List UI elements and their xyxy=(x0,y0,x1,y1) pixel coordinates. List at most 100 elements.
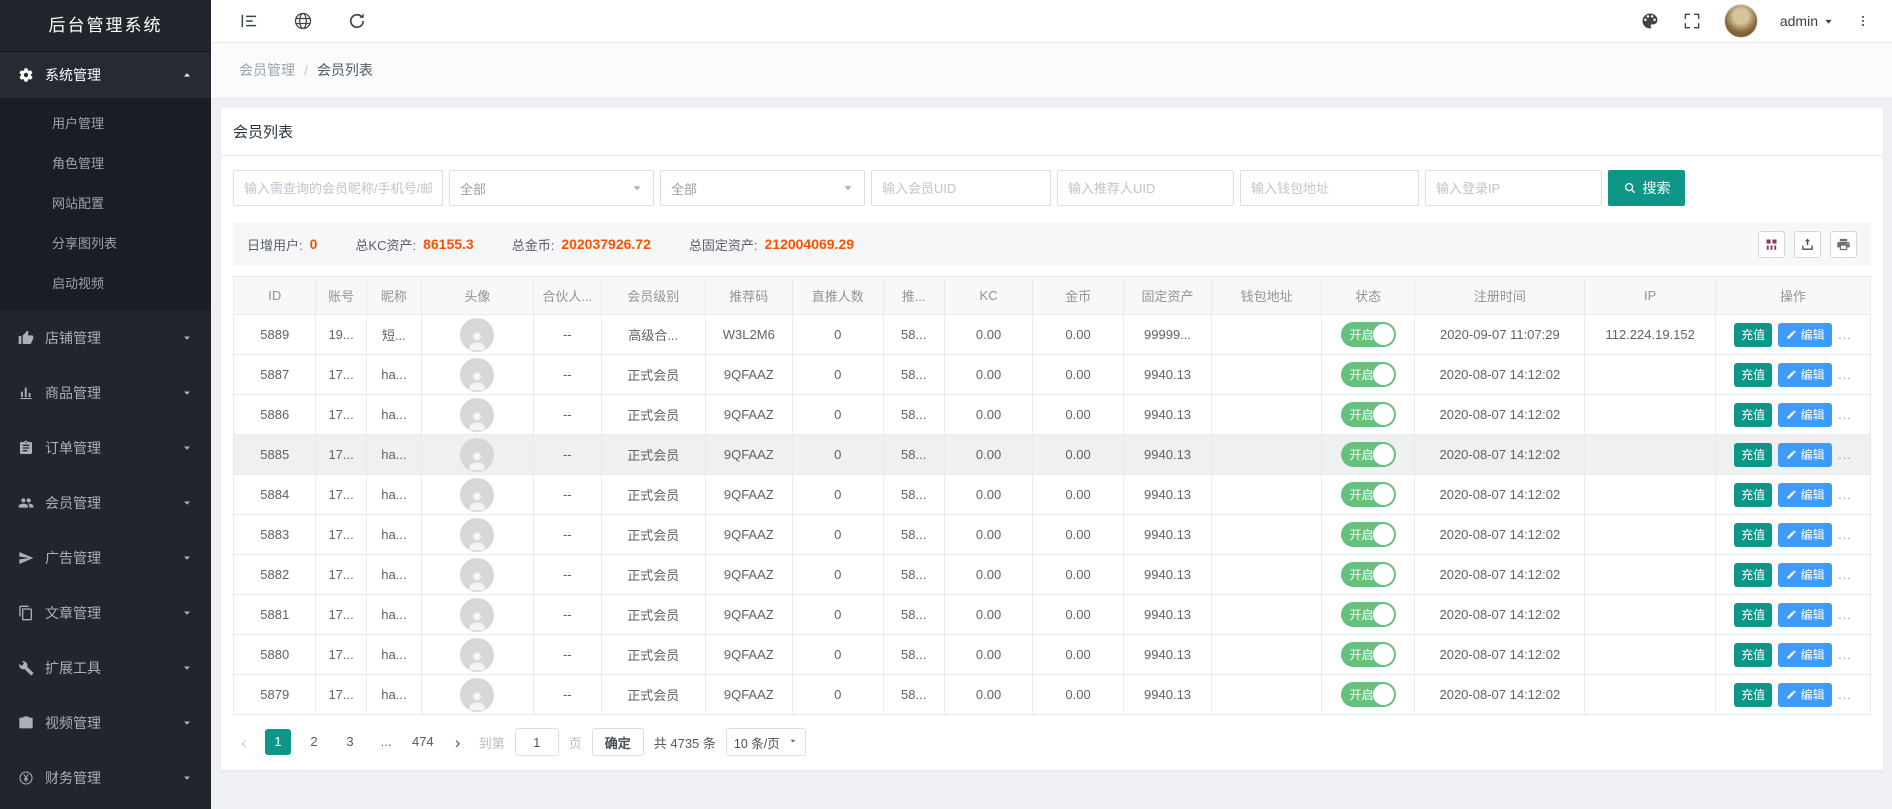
user-menu[interactable]: admin xyxy=(1780,13,1834,29)
status-toggle[interactable]: 开启 xyxy=(1341,682,1396,707)
page-button-1[interactable]: 1 xyxy=(265,729,291,755)
sidebar-item-会员管理[interactable]: 会员管理 xyxy=(0,475,211,530)
sidebar-item-广告管理[interactable]: 广告管理 xyxy=(0,530,211,585)
edit-button[interactable]: 编辑 xyxy=(1778,403,1832,427)
recharge-button[interactable]: 充值 xyxy=(1734,523,1772,547)
fullscreen-icon[interactable] xyxy=(1682,11,1702,31)
recharge-button[interactable]: 充值 xyxy=(1734,563,1772,587)
status-toggle[interactable]: 开启 xyxy=(1341,442,1396,467)
submenu-item-启动视频[interactable]: 启动视频 xyxy=(0,264,211,304)
more-actions[interactable]: ... xyxy=(1838,527,1852,542)
export-button[interactable] xyxy=(1794,231,1821,258)
cell-partner: -- xyxy=(533,635,601,675)
uid-input[interactable] xyxy=(871,170,1051,206)
login-ip-input[interactable] xyxy=(1425,170,1602,206)
breadcrumb-item[interactable]: 会员管理 xyxy=(239,60,295,80)
more-actions[interactable]: ... xyxy=(1838,687,1852,702)
edit-button[interactable]: 编辑 xyxy=(1778,363,1832,387)
status-toggle[interactable]: 开启 xyxy=(1341,602,1396,627)
sidebar-item-财务管理[interactable]: 财务管理 xyxy=(0,750,211,805)
kebab-menu-icon[interactable] xyxy=(1856,11,1870,31)
stat-item: 总KC资产:86155.3 xyxy=(355,235,473,254)
sidebar-item-文章管理[interactable]: 文章管理 xyxy=(0,585,211,640)
status-toggle-label: 开启 xyxy=(1350,566,1374,583)
edit-button[interactable]: 编辑 xyxy=(1778,683,1832,707)
goto-page-input[interactable] xyxy=(515,728,559,756)
sidebar-item-订单管理[interactable]: 订单管理 xyxy=(0,420,211,475)
recharge-button[interactable]: 充值 xyxy=(1734,683,1772,707)
recharge-button[interactable]: 充值 xyxy=(1734,443,1772,467)
cell-status: 开启 xyxy=(1321,355,1415,395)
globe-icon[interactable] xyxy=(293,11,313,31)
recharge-button[interactable]: 充值 xyxy=(1734,483,1772,507)
level-select[interactable]: 全部 xyxy=(449,170,654,206)
menu-fold-icon[interactable] xyxy=(239,11,259,31)
user-avatar[interactable] xyxy=(1724,4,1758,38)
more-actions[interactable]: ... xyxy=(1838,567,1852,582)
edit-button[interactable]: 编辑 xyxy=(1778,563,1832,587)
refresh-icon[interactable] xyxy=(347,11,367,31)
more-actions[interactable]: ... xyxy=(1838,367,1852,382)
confirm-button[interactable]: 确定 xyxy=(592,728,644,756)
submenu-item-用户管理[interactable]: 用户管理 xyxy=(0,104,211,144)
columns-toggle-button[interactable] xyxy=(1758,231,1785,258)
sidebar-item-视频管理[interactable]: 视频管理 xyxy=(0,695,211,750)
recharge-button[interactable]: 充值 xyxy=(1734,403,1772,427)
submenu-item-网站配置[interactable]: 网站配置 xyxy=(0,184,211,224)
edit-button[interactable]: 编辑 xyxy=(1778,523,1832,547)
cell-push: 58... xyxy=(883,515,944,555)
column-header: KC xyxy=(944,277,1032,315)
edit-button[interactable]: 编辑 xyxy=(1778,483,1832,507)
toggle-knob xyxy=(1373,484,1394,505)
column-header: 操作 xyxy=(1716,277,1871,315)
search-button[interactable]: 搜索 xyxy=(1608,170,1685,206)
sidebar-item-系统管理[interactable]: 系统管理 xyxy=(0,52,211,98)
status-toggle[interactable]: 开启 xyxy=(1341,522,1396,547)
status-select[interactable]: 全部 xyxy=(660,170,865,206)
edit-button[interactable]: 编辑 xyxy=(1778,603,1832,627)
cell-push: 58... xyxy=(883,435,944,475)
recharge-button[interactable]: 充值 xyxy=(1734,643,1772,667)
edit-button[interactable]: 编辑 xyxy=(1778,643,1832,667)
referrer-uid-input[interactable] xyxy=(1057,170,1234,206)
sidebar-item-扩展工具[interactable]: 扩展工具 xyxy=(0,640,211,695)
more-actions[interactable]: ... xyxy=(1838,407,1852,422)
page-button-474[interactable]: 474 xyxy=(409,729,437,755)
recharge-button[interactable]: 充值 xyxy=(1734,603,1772,627)
edit-button[interactable]: 编辑 xyxy=(1778,323,1832,347)
status-toggle[interactable]: 开启 xyxy=(1341,642,1396,667)
sidebar-item-商品管理[interactable]: 商品管理 xyxy=(0,365,211,420)
status-toggle[interactable]: 开启 xyxy=(1341,562,1396,587)
more-actions[interactable]: ... xyxy=(1838,487,1852,502)
search-icon xyxy=(1623,181,1637,195)
page-button-3[interactable]: 3 xyxy=(337,729,363,755)
more-actions[interactable]: ... xyxy=(1838,647,1852,662)
cell-ref_code: 9QFAAZ xyxy=(705,675,792,715)
cell-ip xyxy=(1585,635,1716,675)
page-button-2[interactable]: 2 xyxy=(301,729,327,755)
more-actions[interactable]: ... xyxy=(1838,607,1852,622)
cell-reg_time: 2020-08-07 14:12:02 xyxy=(1415,635,1585,675)
print-button[interactable] xyxy=(1830,231,1857,258)
recharge-button[interactable]: 充值 xyxy=(1734,363,1772,387)
status-toggle[interactable]: 开启 xyxy=(1341,402,1396,427)
prev-page-button[interactable]: ‹ xyxy=(233,734,255,751)
edit-button[interactable]: 编辑 xyxy=(1778,443,1832,467)
submenu-item-分享图列表[interactable]: 分享图列表 xyxy=(0,224,211,264)
more-actions[interactable]: ... xyxy=(1838,327,1852,342)
status-toggle[interactable]: 开启 xyxy=(1341,362,1396,387)
breadcrumb-item: 会员列表 xyxy=(317,60,373,80)
keyword-input[interactable] xyxy=(233,170,443,206)
page-size-select[interactable]: 10 条/页 xyxy=(726,728,806,756)
next-page-button[interactable]: › xyxy=(447,734,469,751)
submenu-item-角色管理[interactable]: 角色管理 xyxy=(0,144,211,184)
sidebar-item-店铺管理[interactable]: 店铺管理 xyxy=(0,310,211,365)
cell-ref_code: W3L2M6 xyxy=(705,315,792,355)
more-actions[interactable]: ... xyxy=(1838,447,1852,462)
cell-partner: -- xyxy=(533,675,601,715)
status-toggle[interactable]: 开启 xyxy=(1341,322,1396,347)
status-toggle[interactable]: 开启 xyxy=(1341,482,1396,507)
theme-palette-icon[interactable] xyxy=(1640,11,1660,31)
wallet-input[interactable] xyxy=(1240,170,1419,206)
recharge-button[interactable]: 充值 xyxy=(1734,323,1772,347)
